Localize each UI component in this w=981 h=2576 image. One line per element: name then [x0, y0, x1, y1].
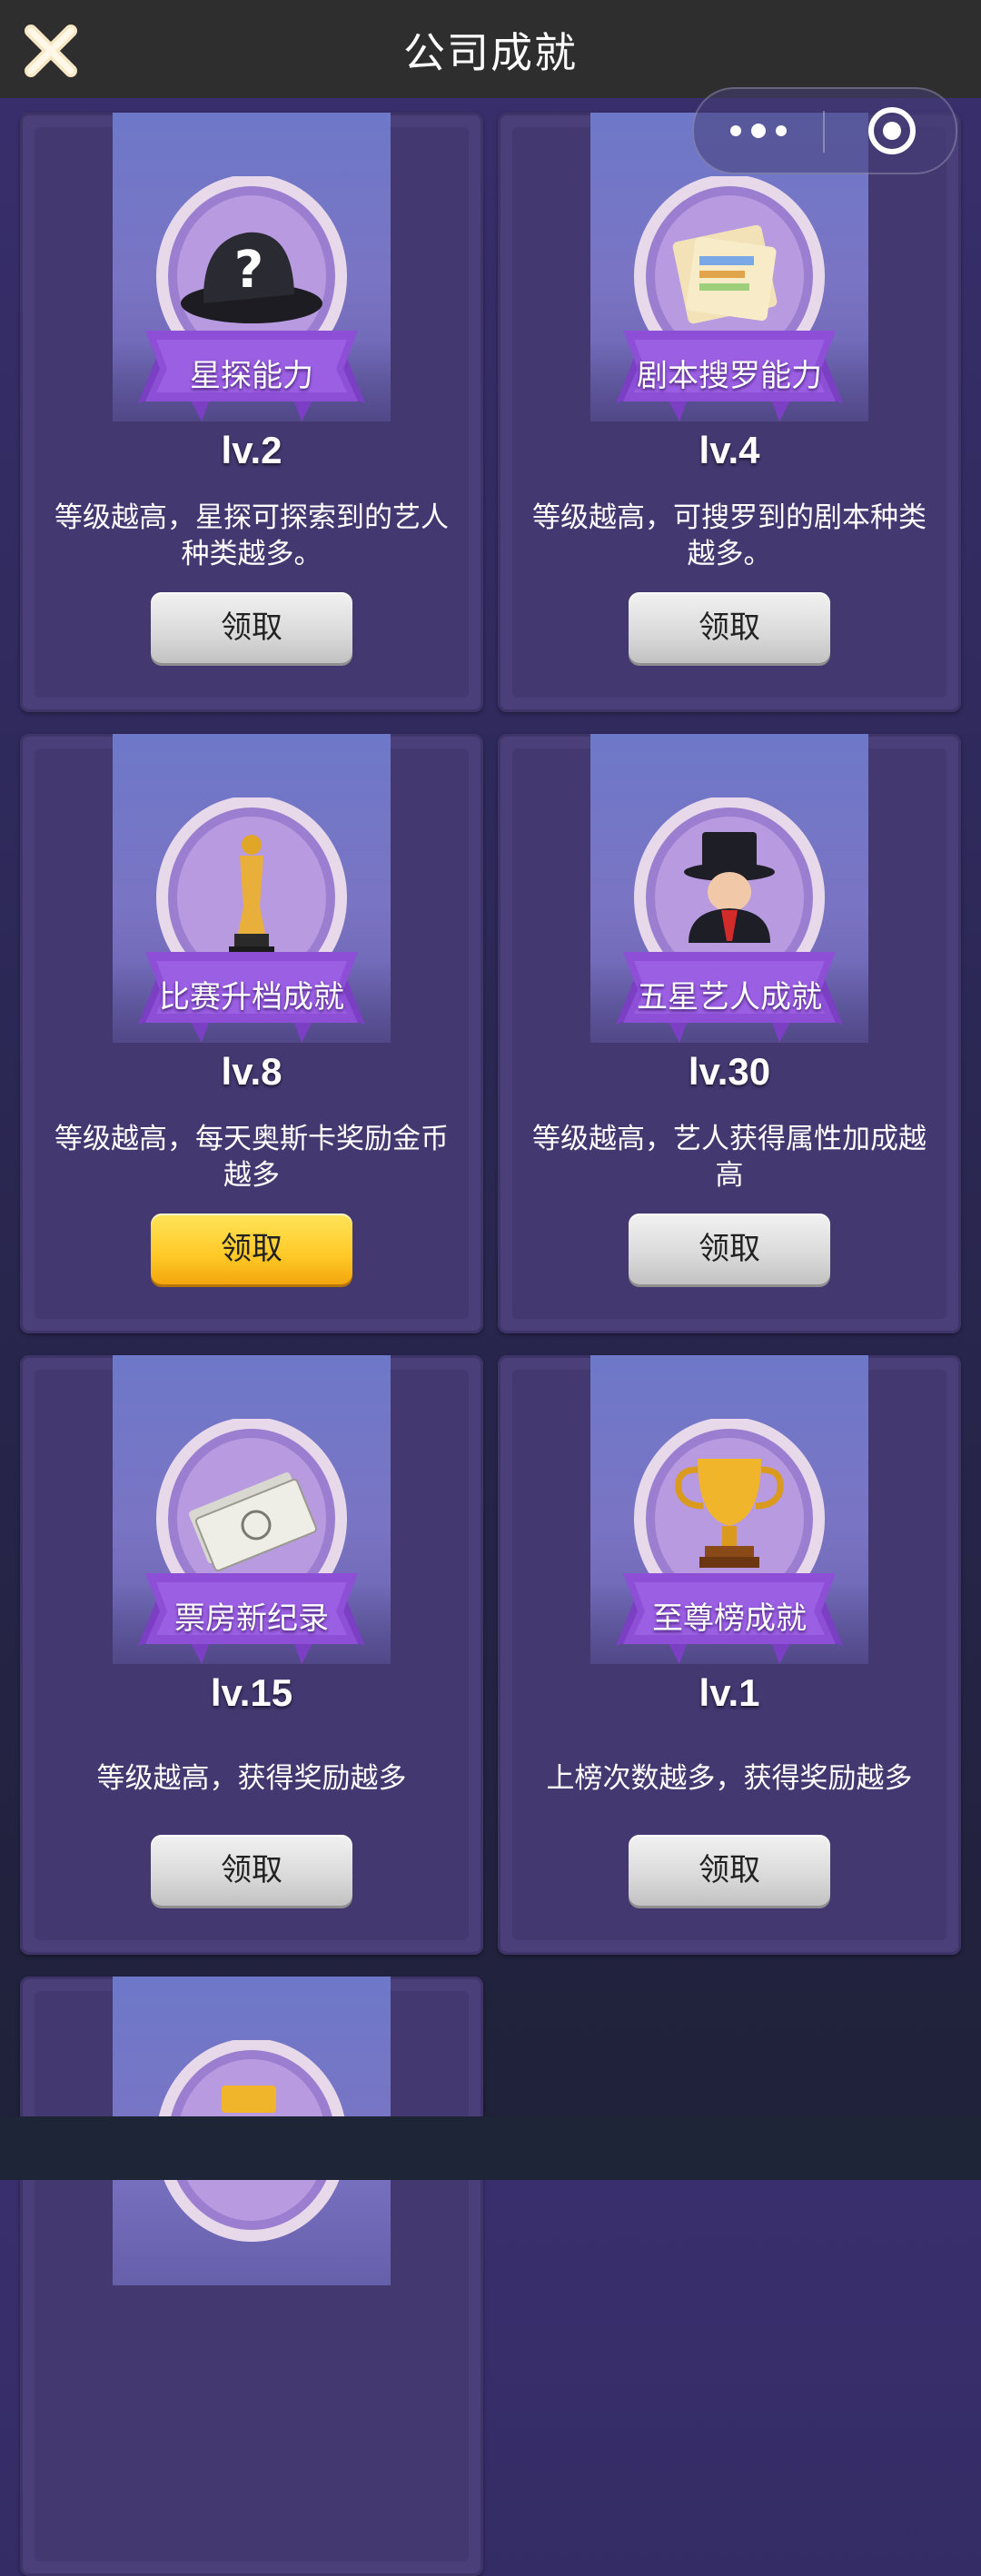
achievement-card [20, 1977, 483, 2576]
claim-button[interactable]: 领取 [151, 592, 352, 663]
achievement-title: 剧本搜罗能力 [637, 358, 822, 394]
achievement-level: lv.30 [688, 1050, 771, 1093]
achievement-level: lv.8 [221, 1050, 282, 1093]
achievement-card: 比赛升档成就 lv.8 等级越高，每天奥斯卡奖励金币越多 领取 [20, 734, 483, 1333]
achievement-description: 等级越高，获得奖励越多 [96, 1762, 407, 1795]
top-bar: 公司成就 [0, 0, 981, 98]
achievement-card: ? 星探能力 lv.2 等级越高，星探可探索到的艺人种类越多。 领取 [20, 113, 483, 712]
mystery-hat-icon: ? [138, 176, 365, 421]
achievement-card: 剧本搜罗能力 lv.4 等级越高，可搜罗到的剧本种类越多。 领取 [498, 113, 961, 712]
target-icon[interactable] [867, 105, 917, 156]
page-title: 公司成就 [403, 28, 578, 77]
more-dots-icon[interactable] [727, 122, 790, 140]
claim-button[interactable]: 领取 [629, 1214, 830, 1284]
achievement-title: 至尊榜成就 [652, 1600, 807, 1637]
claim-button[interactable]: 领取 [151, 1214, 352, 1284]
achievement-description: 等级越高，每天奥斯卡奖励金币越多 [54, 1123, 449, 1192]
capsule-divider [823, 111, 825, 153]
achievement-description: 等级越高，可搜罗到的剧本种类越多。 [532, 501, 926, 570]
achievement-card: 五星艺人成就 lv.30 等级越高，艺人获得属性加成越高 领取 [498, 734, 961, 1333]
achievement-description: 等级越高，艺人获得属性加成越高 [532, 1123, 926, 1192]
cash-stack-icon [138, 1419, 365, 1664]
achievement-card: 至尊榜成就 lv.1 上榜次数越多，获得奖励越多 领取 [498, 1355, 961, 1955]
claim-button[interactable]: 领取 [151, 1835, 352, 1906]
achievement-title: 比赛升档成就 [159, 979, 344, 1016]
achievement-level: lv.2 [221, 429, 282, 471]
oscar-statue-icon [138, 798, 365, 1043]
claim-button[interactable]: 领取 [629, 1835, 830, 1906]
achievement-title: 五星艺人成就 [637, 979, 822, 1016]
achievement-description: 等级越高，星探可探索到的艺人种类越多。 [54, 501, 449, 570]
achievement-level: lv.4 [699, 429, 760, 471]
achievement-level: lv.1 [699, 1671, 760, 1714]
svg-text:?: ? [234, 241, 263, 300]
achievement-title: 星探能力 [190, 358, 313, 394]
achievement-description: 上榜次数越多，获得奖励越多 [546, 1762, 913, 1795]
achievement-card: 票房新纪录 lv.15 等级越高，获得奖励越多 领取 [20, 1355, 483, 1955]
achievement-title: 票房新纪录 [174, 1600, 329, 1637]
claim-button[interactable]: 领取 [629, 592, 830, 663]
achievement-level: lv.15 [210, 1671, 293, 1714]
miniprogram-capsule [692, 87, 957, 174]
script-documents-icon [616, 176, 843, 421]
top-hat-gentleman-icon [616, 798, 843, 1043]
gold-trophy-icon [616, 1419, 843, 1664]
bottom-bar [0, 2116, 981, 2180]
